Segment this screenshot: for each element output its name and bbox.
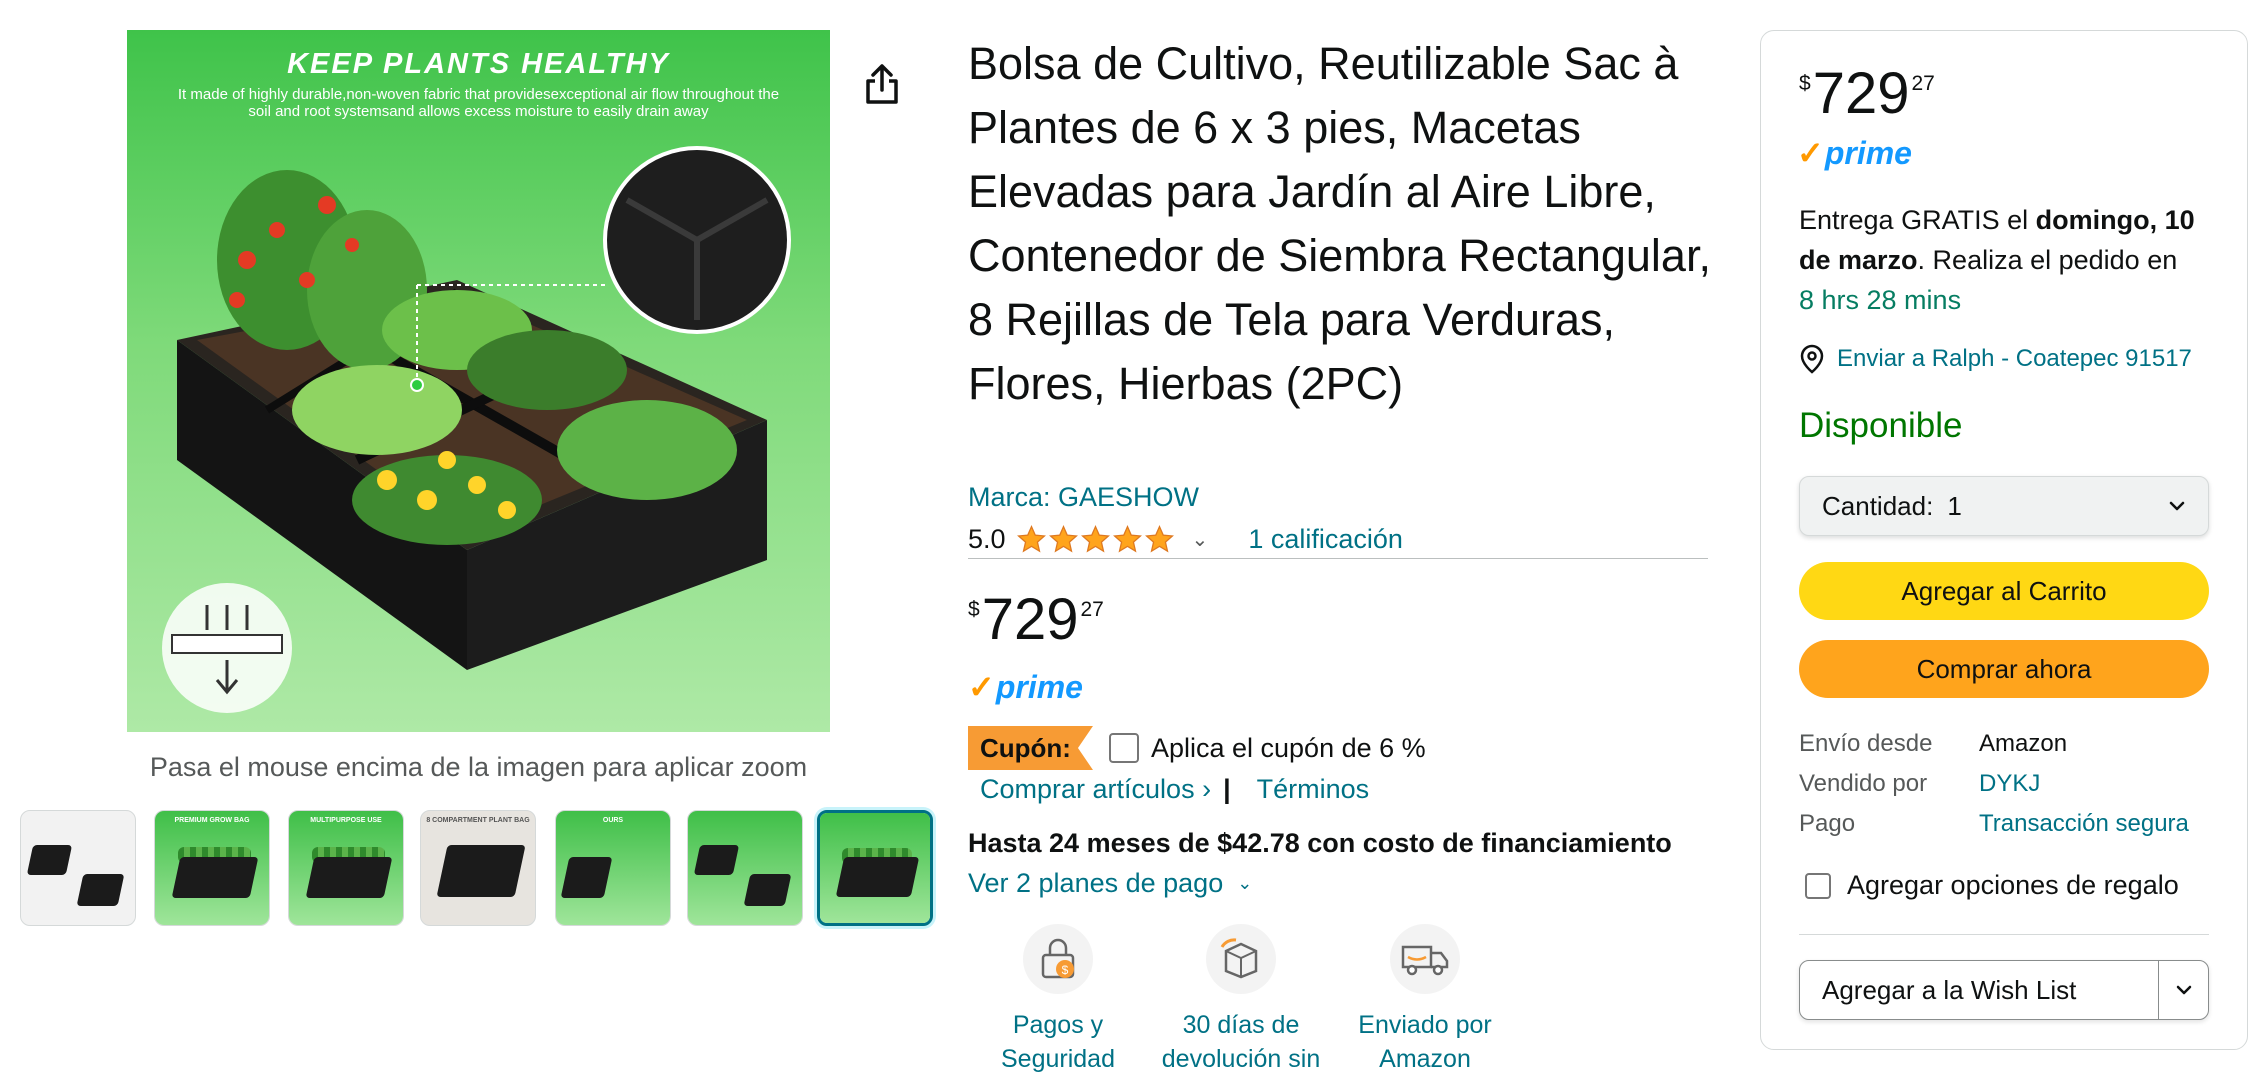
info-key: Vendido por	[1799, 770, 1928, 797]
divider	[1799, 934, 2209, 935]
availability-status: Disponible	[1799, 406, 1963, 445]
thumbnail-label: MULTIPURPOSE USE	[310, 817, 382, 824]
buybox-price: $ 729 27	[1799, 62, 1935, 126]
divider	[968, 558, 1708, 559]
thumbnail-3[interactable]: MULTIPURPOSE USE	[288, 810, 404, 926]
coupon-text: Aplica el cupón de 6 %	[1150, 732, 1426, 763]
wishlist-dropdown-button[interactable]	[2158, 961, 2208, 1019]
quantity-value: 1	[1947, 490, 1962, 521]
financing-text: Hasta 24 meses de $42.78 con costo de fi…	[968, 828, 1672, 858]
trust-badge-shipping[interactable]: Enviado por Amazon	[1335, 924, 1515, 1076]
chevron-down-icon	[2176, 985, 2191, 995]
trust-badge-payment[interactable]: $ Pagos y Seguridad	[968, 924, 1148, 1076]
delivery-suffix: . Realiza el pedido en	[1917, 245, 2178, 275]
ship-to-label: Enviar a Ralph - Coatepec 91517	[1837, 345, 2192, 372]
prime-label: prime	[1824, 134, 1912, 171]
trust-label-line1: 30 días de	[1182, 1011, 1300, 1039]
trust-badge-returns[interactable]: 30 días de devolución sin	[1151, 924, 1331, 1076]
info-key: Pago	[1799, 810, 1856, 837]
quantity-select[interactable]: Cantidad: 1	[1799, 476, 2209, 536]
svg-text:$: $	[1062, 963, 1069, 977]
star-icon	[1048, 524, 1078, 552]
prime-badge: ✓ prime	[1797, 134, 1912, 172]
secure-transaction-link[interactable]: Transacción segura	[1979, 810, 2189, 838]
zoom-hint: Pasa el mouse encima de la imagen para a…	[149, 752, 808, 782]
price-whole: 729	[981, 587, 1079, 652]
link-separator: |	[1223, 774, 1231, 804]
trust-label-line2: Seguridad	[1001, 1045, 1115, 1073]
info-value: Amazon	[1979, 730, 2068, 757]
info-key: Envío desde	[1799, 730, 1933, 757]
star-icon	[1112, 524, 1142, 552]
share-icon[interactable]	[862, 62, 902, 106]
payment-plans-link[interactable]: Ver 2 planes de pago ⌄	[968, 868, 1252, 899]
star-rating[interactable]	[1016, 524, 1176, 555]
thumbnail-2[interactable]: PREMIUM GROW BAG	[154, 810, 270, 926]
gift-options-checkbox[interactable]	[1805, 872, 1831, 899]
thumbnail-1[interactable]	[20, 810, 136, 926]
shop-items-link[interactable]: Comprar artículos ›	[980, 774, 1211, 805]
quantity-label: Cantidad:	[1822, 490, 1934, 521]
trust-label-line2: devolución sin	[1161, 1045, 1321, 1073]
chevron-down-icon[interactable]: ⌄	[1192, 527, 1209, 552]
ratings-count-link[interactable]: 1 calificación	[1248, 524, 1403, 555]
seller-link[interactable]: DYKJ	[1979, 770, 2040, 798]
price-fraction: 27	[1911, 72, 1935, 95]
thumbnail-7[interactable]	[817, 810, 933, 926]
rating-row: 5.0 ⌄ 1 calificación	[968, 522, 1403, 556]
thumbnail-label: 8 COMPARTMENT PLANT BAG	[426, 817, 530, 824]
buy-now-button[interactable]: Comprar ahora	[1799, 640, 2209, 698]
thumbnail-label: PREMIUM GROW BAG	[174, 817, 250, 824]
brand-link[interactable]: Marca: GAESHOW	[968, 482, 1199, 513]
star-icon	[1080, 524, 1110, 552]
order-timer: 8 hrs 28 mins	[1799, 285, 1962, 315]
main-product-image[interactable]: KEEP PLANTS HEALTHY It made of highly du…	[127, 30, 830, 732]
coupon-row: Cupón: Aplica el cupón de 6 %	[968, 726, 1426, 770]
coupon-checkbox[interactable]	[1108, 733, 1139, 763]
payment-plans-label: Ver 2 planes de pago	[968, 868, 1224, 898]
price-whole: 729	[1812, 61, 1910, 126]
thumbnail-4[interactable]: 8 COMPARTMENT PLANT BAG	[420, 810, 536, 926]
coupon-badge: Cupón:	[968, 726, 1093, 770]
wishlist-control: Agregar a la Wish List	[1799, 960, 2209, 1020]
product-price: $ 729 27	[968, 588, 1104, 652]
trust-label-line1: Pagos y	[1012, 1011, 1104, 1039]
prime-badge: ✓ prime	[968, 668, 1083, 706]
product-title: Bolsa de Cultivo, Reutilizable Sac à Pla…	[968, 38, 1711, 409]
amazon-delivery-icon	[1390, 924, 1460, 994]
trust-label-line1: Enviado por	[1358, 1011, 1492, 1039]
coupon-links: Comprar artículos › | Términos	[980, 774, 1369, 805]
ship-to-link[interactable]: Enviar a Ralph - Coatepec 91517	[1799, 344, 2192, 374]
add-to-wishlist-button[interactable]: Agregar a la Wish List	[1800, 961, 2158, 1019]
raised-grow-bed-illustration	[162, 146, 791, 713]
prime-label: prime	[995, 668, 1083, 705]
image-subline: It made of highly durable,non-woven fabr…	[177, 86, 780, 120]
gift-options-label: Agregar opciones de regalo	[1847, 870, 2179, 900]
price-symbol: $	[1799, 72, 1811, 95]
prime-check-icon: ✓	[1797, 135, 1824, 171]
price-symbol: $	[968, 598, 980, 621]
delivery-prefix: Entrega GRATIS el	[1799, 205, 2036, 235]
return-box-icon	[1206, 924, 1276, 994]
thumbnail-5[interactable]: OURS	[555, 810, 671, 926]
terms-link[interactable]: Términos	[1257, 774, 1370, 805]
thumbnail-label: OURS	[602, 817, 624, 824]
chevron-down-icon	[2169, 501, 2185, 511]
star-icon	[1144, 524, 1174, 552]
gift-options-row: Agregar opciones de regalo	[1805, 870, 2179, 901]
image-headline: KEEP PLANTS HEALTHY	[287, 48, 670, 80]
star-icon	[1016, 524, 1046, 552]
location-pin-icon	[1800, 344, 1824, 374]
delivery-message: Entrega GRATIS el domingo, 10 de marzo. …	[1799, 200, 2219, 320]
chevron-down-icon: ⌄	[1237, 873, 1253, 893]
secure-payment-icon: $	[1023, 924, 1093, 994]
trust-label-line2: Amazon	[1379, 1045, 1471, 1073]
thumbnail-6[interactable]	[687, 810, 803, 926]
rating-value: 5.0	[968, 523, 1006, 554]
add-to-cart-button[interactable]: Agregar al Carrito	[1799, 562, 2209, 620]
prime-check-icon: ✓	[968, 669, 995, 705]
price-fraction: 27	[1080, 598, 1104, 621]
